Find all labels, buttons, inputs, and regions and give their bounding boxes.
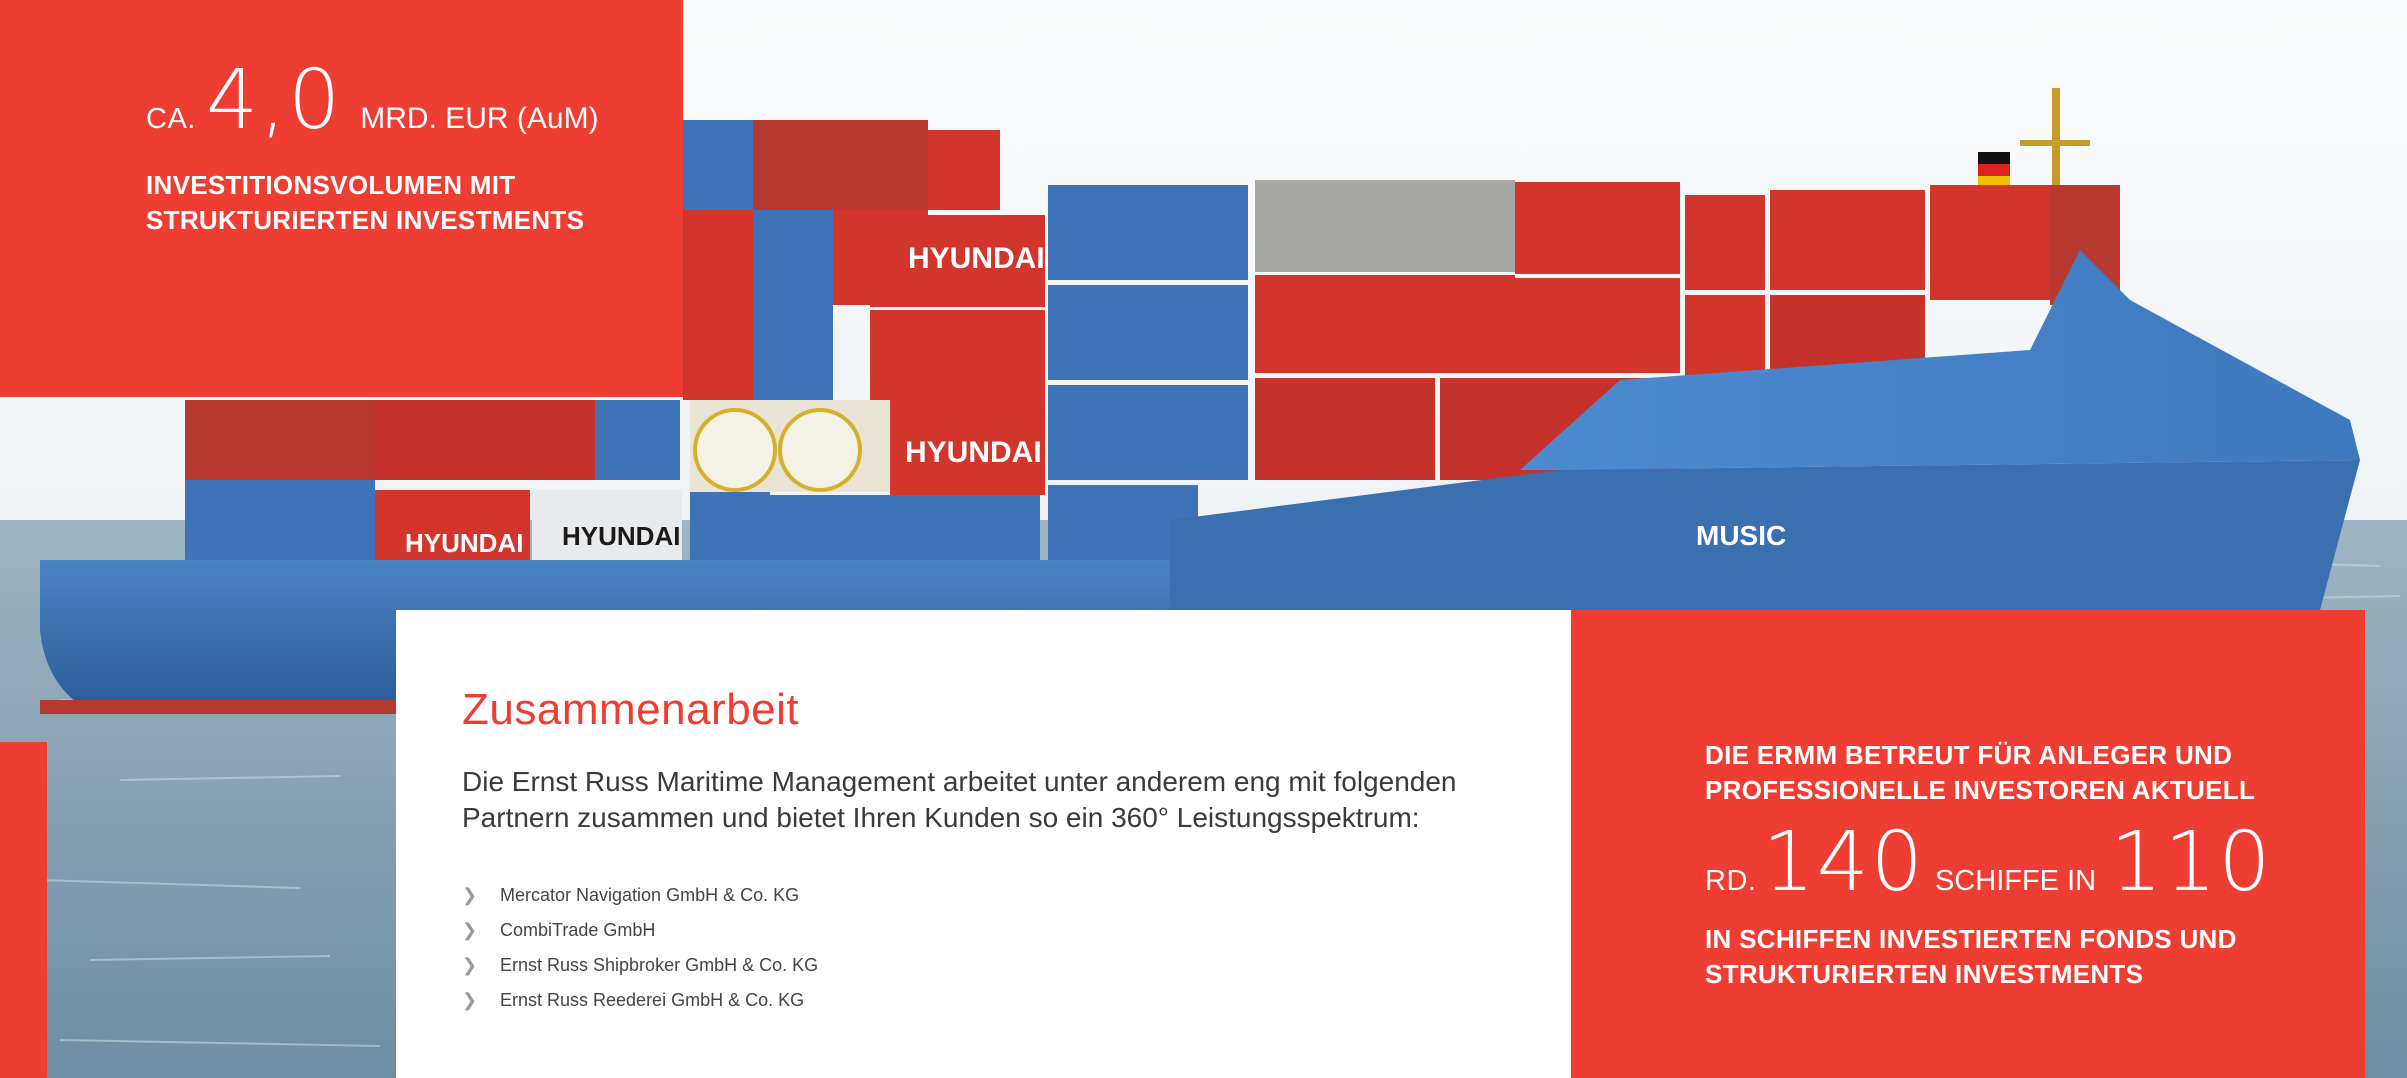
ships-count: 140 — [1762, 815, 1925, 910]
aum-caption-line1: INVESTITIONSVOLUMEN MIT — [146, 170, 516, 200]
aum-prefix: CA. — [146, 103, 196, 135]
list-item: ❯ Ernst Russ Shipbroker GmbH & Co. KG — [462, 948, 1571, 983]
aum-figure: CA. 4,0 MRD. EUR (AuM) — [146, 60, 683, 142]
fleet-bottom-line1: IN SCHIFFEN INVESTIERTEN FONDS UND — [1705, 924, 2237, 954]
stat-box-aum: CA. 4,0 MRD. EUR (AuM) INVESTITIONSVOLUM… — [0, 0, 683, 397]
partner-name: Ernst Russ Reederei GmbH & Co. KG — [500, 990, 805, 1010]
fleet-caption-bottom: IN SCHIFFEN INVESTIERTEN FONDS UND STRUK… — [1705, 922, 2365, 992]
fleet-caption-line1: DIE ERMM BETREUT FÜR ANLEGER UND — [1705, 740, 2233, 770]
aum-suffix: MRD. EUR (AuM) — [360, 102, 599, 135]
list-item: ❯ Ernst Russ Reederei GmbH & Co. KG — [462, 983, 1571, 1018]
aum-caption: INVESTITIONSVOLUMEN MIT STRUKTURIERTEN I… — [146, 168, 683, 238]
description-line2: Partnern zusammen und bietet Ihren Kunde… — [462, 802, 1420, 833]
side-accent-bar — [0, 742, 47, 1078]
container-brand-label: HYUNDAI — [905, 436, 1042, 469]
chevron-right-icon: ❯ — [462, 920, 478, 940]
fleet-figure: RD. 140 SCHIFFE IN 110 — [1705, 822, 2365, 904]
fleet-caption-top: DIE ERMM BETREUT FÜR ANLEGER UND PROFESS… — [1705, 738, 2365, 808]
chevron-right-icon: ❯ — [462, 955, 478, 975]
partner-name: CombiTrade GmbH — [500, 920, 656, 940]
aum-number: 4,0 — [205, 53, 343, 148]
fleet-mid-text: SCHIFFE IN — [1934, 865, 2097, 897]
stat-box-fleet: DIE ERMM BETREUT FÜR ANLEGER UND PROFESS… — [1571, 610, 2365, 1078]
partner-name: Mercator Navigation GmbH & Co. KG — [500, 885, 800, 905]
partner-name: Ernst Russ Shipbroker GmbH & Co. KG — [500, 955, 819, 975]
fleet-bottom-line2: STRUKTURIERTEN INVESTMENTS — [1705, 959, 2144, 989]
section-description: Die Ernst Russ Maritime Management arbei… — [462, 764, 1542, 836]
chevron-right-icon: ❯ — [462, 885, 478, 905]
fleet-caption-line2: PROFESSIONELLE INVESTOREN AKTUELL — [1705, 775, 2256, 805]
description-line1: Die Ernst Russ Maritime Management arbei… — [462, 766, 1457, 797]
container-brand-label: HYUNDAI — [405, 528, 523, 558]
section-title: Zusammenarbeit — [462, 685, 800, 734]
aum-caption-line2: STRUKTURIERTEN INVESTMENTS — [146, 205, 585, 235]
funds-count: 110 — [2110, 815, 2273, 910]
list-item: ❯ CombiTrade GmbH — [462, 913, 1571, 948]
fleet-prefix: RD. — [1705, 865, 1757, 897]
container-brand-label: HYUNDAI — [908, 242, 1045, 275]
container-brand-label: HYUNDAI — [562, 521, 680, 551]
chevron-right-icon: ❯ — [462, 990, 478, 1010]
content-card: Zusammenarbeit Die Ernst Russ Maritime M… — [396, 610, 1571, 1078]
list-item: ❯ Mercator Navigation GmbH & Co. KG — [462, 878, 1571, 913]
partner-list: ❯ Mercator Navigation GmbH & Co. KG ❯ Co… — [462, 878, 1571, 1018]
ship-name-label: MUSIC — [1696, 520, 1786, 551]
